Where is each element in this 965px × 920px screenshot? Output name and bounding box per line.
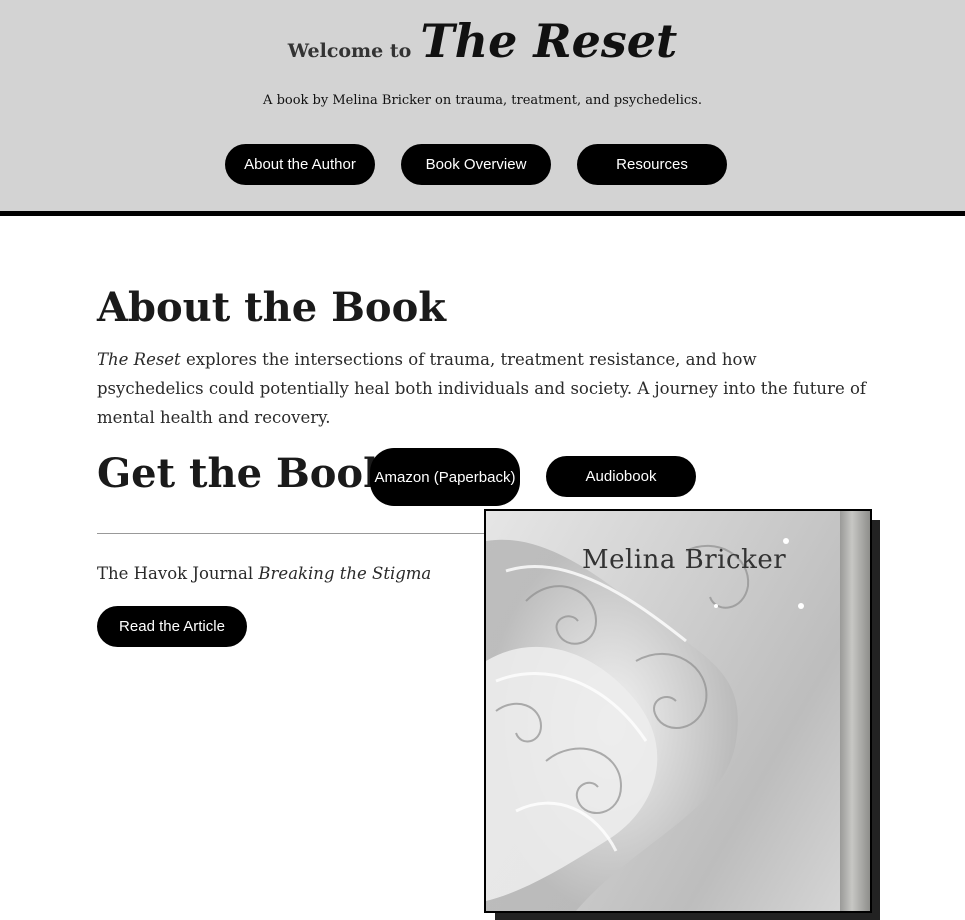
article-title: Breaking the Stigma — [258, 564, 432, 583]
nav-about-author-button[interactable]: About the Author — [225, 144, 375, 185]
about-description: The Reset explores the intersections of … — [97, 345, 867, 432]
about-body: explores the intersections of trauma, tr… — [97, 350, 866, 427]
book-cover-image: Melina Bricker — [484, 509, 872, 913]
tagline: A book by Melina Bricker on trauma, trea… — [263, 93, 702, 108]
amazon-paperback-button[interactable]: Amazon (Paperback) — [370, 448, 520, 506]
article-source: The Havok Journal — [97, 564, 254, 583]
cover-spine — [840, 511, 870, 911]
nav-resources-button[interactable]: Resources — [577, 144, 727, 185]
about-heading: About the Book — [97, 284, 446, 331]
divider — [97, 533, 492, 534]
about-title-italic: The Reset — [97, 350, 181, 369]
site-title: Welcome to The Reset — [0, 14, 965, 68]
article-line: The Havok Journal Breaking the Stigma — [97, 564, 431, 583]
book-title: The Reset — [420, 14, 678, 68]
read-article-button[interactable]: Read the Article — [97, 606, 247, 647]
welcome-prefix: Welcome to — [287, 40, 412, 62]
get-book-heading: Get the Book — [97, 450, 391, 497]
nav-book-overview-button[interactable]: Book Overview — [401, 144, 551, 185]
cover-author-text: Melina Bricker — [582, 545, 787, 575]
audiobook-button[interactable]: Audiobook — [546, 456, 696, 497]
